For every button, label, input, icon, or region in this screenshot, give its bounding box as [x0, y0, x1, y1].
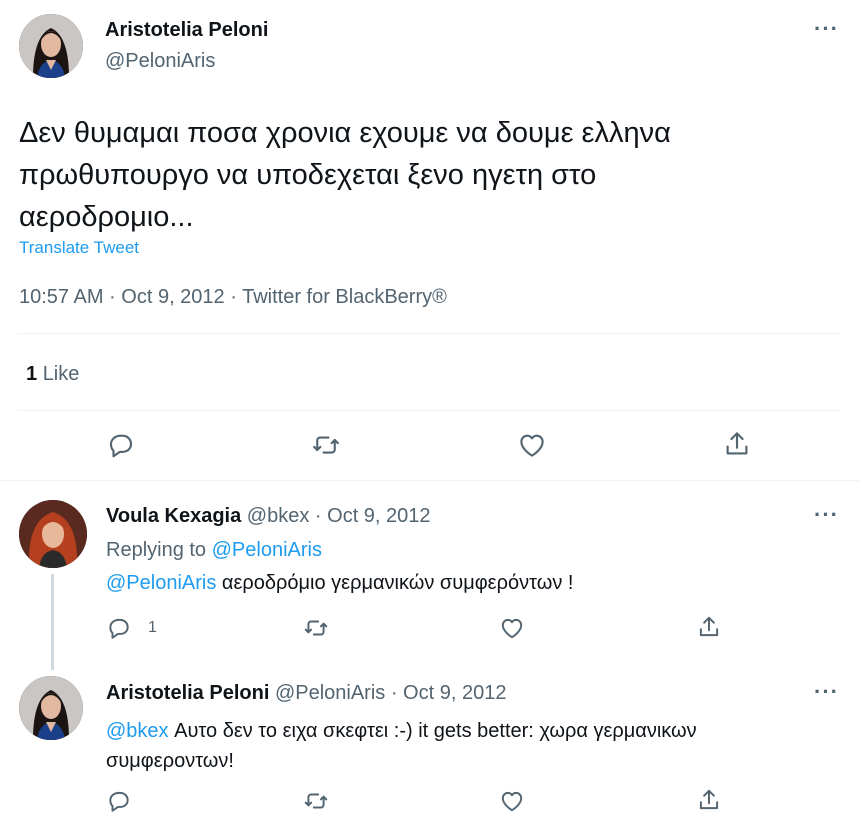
retweet-icon [304, 620, 328, 636]
author-handle[interactable]: @bkex [247, 505, 310, 527]
reply-text-line: @bkex Αυτο δεν το ειχα σκεφτει :-) it ge… [106, 716, 697, 746]
reply-icon [109, 618, 129, 639]
retweet-icon [313, 436, 339, 454]
reply-header: Aristotelia Peloni @PeloniAris · Oct 9, … [106, 682, 506, 705]
replying-to: Replying to @PeloniAris [106, 539, 322, 562]
share-icon [699, 789, 719, 810]
reply-button[interactable]: 1 [106, 615, 157, 641]
tweet-text-line: πρωθυπουργο να υποδεχεται ξενο ηγετη στο [19, 159, 597, 191]
reply-date[interactable]: · Oct 9, 2012 [391, 682, 507, 704]
mention-link[interactable]: @bkex [106, 720, 169, 742]
like-icon [501, 618, 523, 639]
tweet-text-line: αεροδρομιο... [19, 201, 194, 233]
reply-button[interactable] [106, 430, 136, 460]
reply-text: @PeloniAris αεροδρόμιο γερμανικών συμφερ… [106, 572, 573, 595]
author-name[interactable]: Aristotelia Peloni [105, 19, 268, 42]
author-handle[interactable]: @PeloniAris [275, 682, 385, 704]
reply-count: 1 [148, 619, 157, 636]
reply-header: Voula Kexagia @bkex · Oct 9, 2012 [106, 505, 431, 528]
replying-to-link[interactable]: @PeloniAris [212, 539, 322, 561]
share-icon [699, 616, 719, 637]
reply-icon [109, 791, 129, 812]
divider [18, 333, 841, 334]
retweet-button[interactable] [302, 615, 330, 641]
reply-text-body: αεροδρόμιο γερμανικών συμφερόντων ! [216, 572, 574, 594]
share-button[interactable] [696, 786, 722, 814]
like-button[interactable] [499, 615, 525, 641]
author-handle[interactable]: @PeloniAris [105, 50, 215, 73]
likes-count-link[interactable]: 1 Like [26, 363, 79, 386]
divider [18, 410, 841, 411]
author-name[interactable]: Voula Kexagia [106, 505, 241, 527]
likes-count: 1 [26, 363, 38, 385]
reply-date[interactable]: · Oct 9, 2012 [315, 505, 431, 527]
avatar[interactable] [19, 676, 83, 740]
tweet-text: Δεν θυμαμαι ποσα χρονια εχουμε να δουμε … [19, 112, 671, 238]
reply-text-line: συμφεροντων! [106, 750, 234, 772]
retweet-button[interactable] [310, 430, 342, 460]
like-button[interactable] [499, 788, 525, 814]
reply-text-body: Αυτο δεν το ειχα σκεφτει :-) it gets bet… [168, 720, 697, 742]
like-button[interactable] [517, 430, 547, 460]
like-icon [520, 434, 544, 457]
reply-icon [109, 434, 133, 458]
likes-label: Like [42, 363, 80, 385]
reply-button[interactable] [106, 788, 132, 814]
retweet-button[interactable] [302, 788, 330, 814]
divider [0, 480, 859, 481]
share-icon [726, 432, 748, 455]
tweet-text-line: Δεν θυμαμαι ποσα χρονια εχουμε να δουμε … [19, 117, 671, 149]
avatar[interactable] [19, 14, 83, 78]
avatar[interactable] [19, 500, 87, 568]
translate-tweet-link[interactable]: Translate Tweet [19, 238, 139, 258]
tweet-meta[interactable]: 10:57 AM · Oct 9, 2012 · Twitter for Bla… [19, 286, 447, 309]
mention-link[interactable]: @PeloniAris [106, 572, 216, 594]
replying-prefix: Replying to [106, 539, 212, 561]
more-options-icon[interactable]: ··· [814, 504, 839, 526]
thread-line [51, 574, 54, 670]
reply-text: @bkex Αυτο δεν το ειχα σκεφτει :-) it ge… [106, 716, 697, 776]
more-options-icon[interactable]: ··· [814, 18, 839, 40]
share-button[interactable] [722, 428, 752, 460]
like-icon [501, 791, 523, 812]
more-options-icon[interactable]: ··· [814, 681, 839, 703]
share-button[interactable] [696, 613, 722, 641]
author-name[interactable]: Aristotelia Peloni [106, 682, 269, 704]
retweet-icon [304, 793, 328, 809]
